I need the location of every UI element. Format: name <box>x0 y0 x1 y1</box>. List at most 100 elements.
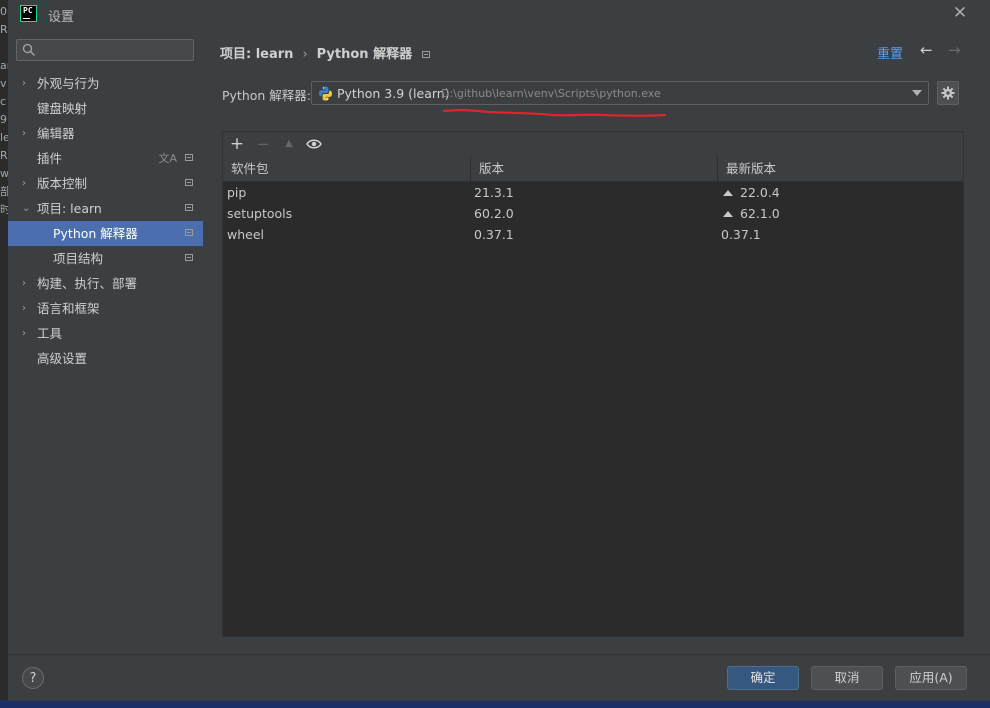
sidebar-item-label: 键盘映射 <box>37 101 88 116</box>
sidebar-item-label: 语言和框架 <box>37 301 100 316</box>
sidebar-item-label: 构建、执行、部署 <box>37 276 138 291</box>
interpreter-path: D:\github\learn\venv\Scripts\python.exe <box>441 87 661 100</box>
column-header-latest-version[interactable]: 最新版本 <box>718 156 963 181</box>
add-package-button[interactable]: + <box>228 135 246 153</box>
project-scope-icon <box>185 179 193 186</box>
column-header-version[interactable]: 版本 <box>471 156 718 181</box>
back-arrow-icon[interactable]: ← <box>920 41 933 59</box>
minus-icon: − <box>256 135 270 153</box>
background-window-text: v <box>0 78 7 90</box>
sidebar-item[interactable]: › 版本控制 <box>8 171 203 196</box>
background-window-strip: 0 RE ar vc 9 le Rw部时 <box>0 0 8 708</box>
sidebar-item[interactable]: › 工具 <box>8 321 203 346</box>
show-early-releases-button[interactable] <box>305 135 323 153</box>
package-row[interactable]: pip 21.3.1 22.0.4 <box>223 182 963 203</box>
sidebar-item-label: Python 解释器 <box>53 226 138 241</box>
pycharm-logo-icon: PC <box>20 5 37 22</box>
remove-package-button[interactable]: − <box>254 135 272 153</box>
plus-icon: + <box>229 134 245 154</box>
interpreter-settings-button[interactable] <box>937 81 959 105</box>
translate-icon: 文A <box>158 152 177 165</box>
settings-dialog: PC 设置 ✕ › 外观与行为 键盘映射 › 编辑器 插件 文A › 版本控制 ⌄ 项目: lear… <box>8 0 990 701</box>
upgrade-available-icon <box>723 211 733 217</box>
background-window-text: R <box>0 150 8 162</box>
background-window-text: 部 <box>0 186 8 198</box>
sidebar-item[interactable]: › 外观与行为 <box>8 71 203 96</box>
settings-nav-tree: › 外观与行为 键盘映射 › 编辑器 插件 文A › 版本控制 ⌄ 项目: learn Python … <box>8 71 203 371</box>
sidebar-item[interactable]: Python 解释器 <box>8 221 203 246</box>
package-name: wheel <box>227 227 264 242</box>
background-window-text: ar <box>0 60 8 72</box>
package-version: 21.3.1 <box>474 185 514 200</box>
ok-button[interactable]: 确定 <box>727 666 799 690</box>
chevron-right-icon[interactable]: › <box>22 171 34 196</box>
sidebar-item[interactable]: ⌄ 项目: learn <box>8 196 203 221</box>
red-annotation-underline <box>443 109 667 117</box>
title-bar[interactable]: PC 设置 ✕ <box>8 0 990 28</box>
interpreter-label: Python 解释器: <box>222 88 312 103</box>
breadcrumb-separator: › <box>302 47 308 62</box>
sidebar-item[interactable]: › 语言和框架 <box>8 296 203 321</box>
packages-table-body: pip 21.3.1 22.0.4 setuptools 60.2.0 62.1.0 whe… <box>223 182 963 245</box>
chevron-down-icon <box>912 90 922 96</box>
package-latest-version: 22.0.4 <box>721 182 780 203</box>
package-latest-version: 62.1.0 <box>721 203 780 224</box>
upgrade-icon: ▲ <box>285 138 293 149</box>
search-input[interactable] <box>39 41 193 61</box>
package-name: setuptools <box>227 206 293 221</box>
package-version: 60.2.0 <box>474 206 514 221</box>
upgrade-package-button[interactable]: ▲ <box>280 135 298 153</box>
project-scope-icon <box>185 154 193 161</box>
latest-version-text: 0.37.1 <box>721 227 761 242</box>
sidebar-item[interactable]: 插件 文A <box>8 146 203 171</box>
close-icon: ✕ <box>952 3 968 23</box>
python-logo-icon <box>319 86 332 101</box>
sidebar-item[interactable]: 键盘映射 <box>8 96 203 121</box>
package-row[interactable]: setuptools 60.2.0 62.1.0 <box>223 203 963 224</box>
dialog-footer: ? 确定 取消 应用(A) <box>8 654 990 701</box>
background-window-text: RE <box>0 24 8 36</box>
help-button[interactable]: ? <box>22 667 44 689</box>
chevron-right-icon[interactable]: › <box>22 271 34 296</box>
sidebar-item[interactable]: 项目结构 <box>8 246 203 271</box>
background-window-text: w <box>0 168 8 180</box>
packages-table-header: 软件包 版本 最新版本 <box>223 156 963 182</box>
reset-link[interactable]: 重置 <box>877 43 903 62</box>
package-latest-version: 0.37.1 <box>721 224 761 245</box>
dialog-title: 设置 <box>48 10 75 25</box>
chevron-right-icon[interactable]: › <box>22 296 34 321</box>
package-row[interactable]: wheel 0.37.1 0.37.1 <box>223 224 963 245</box>
cancel-button[interactable]: 取消 <box>811 666 883 690</box>
interpreter-select[interactable]: Python 3.9 (learn) D:\github\learn\venv\… <box>311 81 929 105</box>
chevron-down-icon[interactable]: ⌄ <box>22 196 34 221</box>
forward-arrow-icon[interactable]: → <box>948 41 961 59</box>
column-header-package[interactable]: 软件包 <box>223 156 471 181</box>
close-button[interactable]: ✕ <box>950 3 970 23</box>
latest-version-text: 22.0.4 <box>740 185 780 200</box>
background-window-text: 9 <box>0 114 7 126</box>
chevron-right-icon[interactable]: › <box>22 321 34 346</box>
sidebar-item[interactable]: › 编辑器 <box>8 121 203 146</box>
gear-icon <box>941 86 955 100</box>
breadcrumb-current: Python 解释器 <box>316 47 413 62</box>
chevron-right-icon[interactable]: › <box>22 121 34 146</box>
background-window-text: 时 <box>0 204 8 216</box>
background-window-text: 0 <box>0 6 7 18</box>
breadcrumb-parent[interactable]: 项目: learn <box>220 47 293 62</box>
chevron-right-icon[interactable]: › <box>22 71 34 96</box>
sidebar-item-label: 插件 <box>37 151 63 166</box>
python-interpreter-page: 项目: learn › Python 解释器 重置 ← → Python 解释器: … <box>203 28 990 654</box>
package-version: 0.37.1 <box>474 227 514 242</box>
sidebar-item-label: 版本控制 <box>37 176 88 191</box>
sidebar-item-label: 高级设置 <box>37 351 88 366</box>
sidebar-item-label: 项目: learn <box>37 201 102 216</box>
sidebar-item[interactable]: › 构建、执行、部署 <box>8 271 203 296</box>
breadcrumb: 项目: learn › Python 解释器 <box>220 43 431 62</box>
sidebar-item[interactable]: 高级设置 <box>8 346 203 371</box>
package-name: pip <box>227 185 247 200</box>
upgrade-available-icon <box>723 190 733 196</box>
project-scope-icon <box>422 51 431 58</box>
project-scope-icon <box>185 229 193 236</box>
settings-search[interactable] <box>16 39 194 61</box>
apply-button[interactable]: 应用(A) <box>895 666 967 690</box>
